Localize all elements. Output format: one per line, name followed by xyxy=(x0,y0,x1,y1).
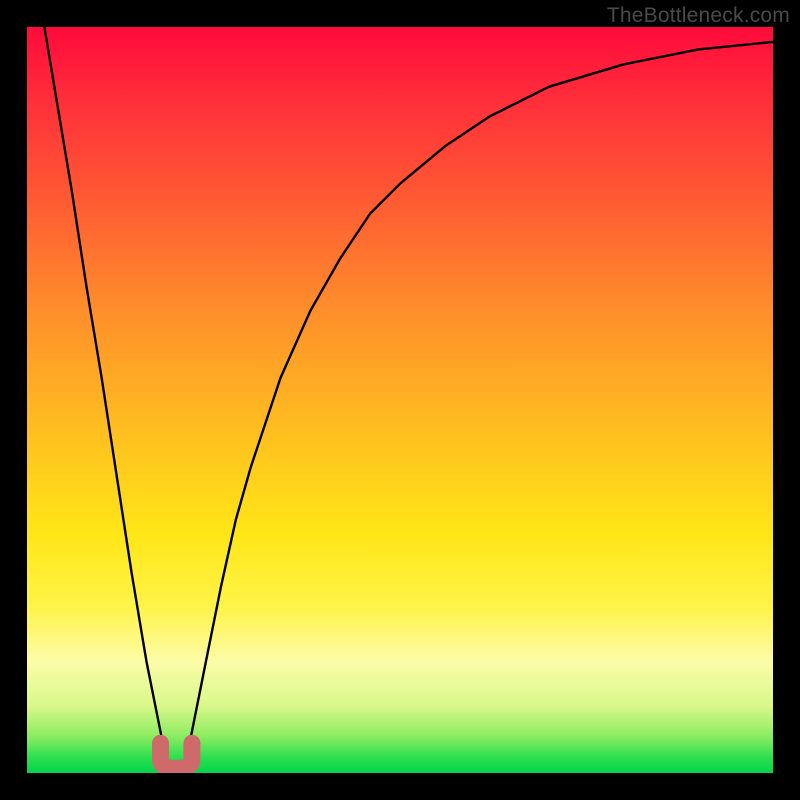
plot-area xyxy=(27,27,773,773)
chart-frame: TheBottleneck.com xyxy=(0,0,800,800)
minimum-marker xyxy=(161,743,192,768)
bottleneck-curve xyxy=(27,27,773,773)
curve-layer xyxy=(27,27,773,773)
watermark-text: TheBottleneck.com xyxy=(607,4,790,28)
